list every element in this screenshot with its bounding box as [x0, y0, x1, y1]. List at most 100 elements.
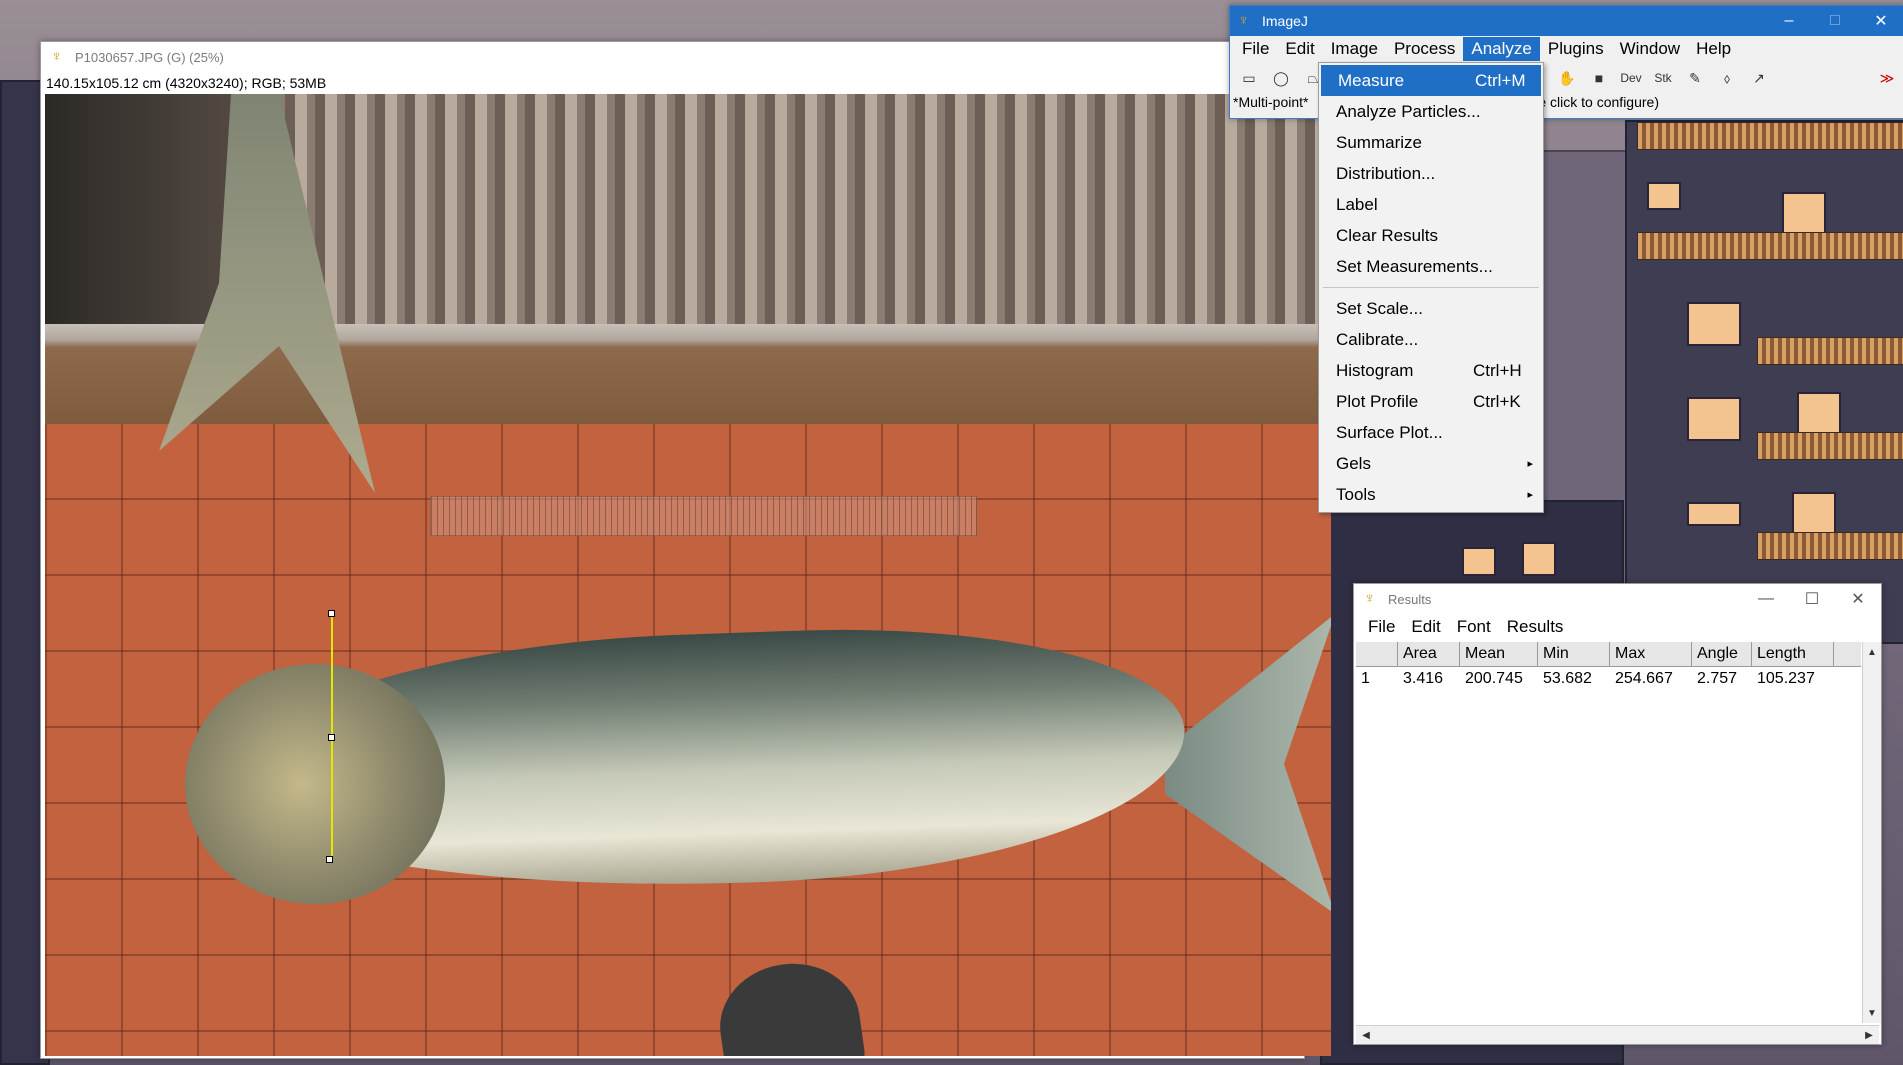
minimize-button[interactable]: —	[1743, 584, 1789, 614]
line-handle-top[interactable]	[328, 610, 335, 617]
line-handle-mid[interactable]	[328, 734, 335, 741]
vertical-scrollbar[interactable]: ▲ ▼	[1862, 642, 1881, 1023]
menu-help[interactable]: Help	[1688, 37, 1739, 61]
menu-analyze[interactable]: Analyze	[1463, 37, 1540, 61]
menu-process[interactable]: Process	[1386, 37, 1463, 61]
imagej-menubar: File Edit Image Process Analyze Plugins …	[1230, 36, 1903, 62]
results-table-header: Area Mean Min Max Angle Length	[1356, 642, 1861, 667]
scroll-right-icon[interactable]: ▶	[1861, 1027, 1877, 1043]
menu-item-label: Distribution...	[1336, 163, 1436, 183]
drop-tool-icon[interactable]: ⬨	[1712, 64, 1742, 92]
results-menu-results[interactable]: Results	[1499, 617, 1572, 637]
menu-window[interactable]: Window	[1612, 37, 1688, 61]
brush-tool-icon[interactable]: ✎	[1680, 64, 1710, 92]
balcony	[1637, 122, 1903, 150]
results-menu-font[interactable]: Font	[1449, 617, 1499, 637]
menu-item-label: Tools	[1336, 484, 1376, 504]
menu-file[interactable]: File	[1234, 37, 1277, 61]
cell-angle: 2.757	[1697, 670, 1738, 687]
menu-item-distribution[interactable]: Distribution...	[1319, 158, 1543, 189]
pick-tool-icon[interactable]: ↗	[1744, 64, 1774, 92]
menu-edit[interactable]: Edit	[1277, 37, 1322, 61]
maximize-button[interactable]: □	[1812, 6, 1858, 36]
column-header-index[interactable]	[1356, 642, 1398, 666]
column-header-max[interactable]: Max	[1610, 642, 1692, 666]
menu-item-shortcut: Ctrl+M	[1475, 70, 1526, 90]
menu-item-label: Set Scale...	[1336, 298, 1423, 318]
results-menu-edit[interactable]: Edit	[1403, 617, 1448, 637]
menu-item-label: Gels	[1336, 453, 1371, 473]
menu-item-tools[interactable]: Tools ▸	[1319, 479, 1543, 510]
table-row[interactable]: 1 3.416 200.745 53.682 254.667 2.757 105…	[1356, 667, 1861, 691]
balcony	[1637, 232, 1903, 260]
microscope-icon: ♆	[1364, 590, 1376, 607]
image-info-line: 140.15x105.12 cm (4320x3240); RGB; 53MB	[46, 75, 327, 91]
menu-item-gels[interactable]: Gels ▸	[1319, 448, 1543, 479]
more-tools-icon[interactable]: ≫	[1872, 64, 1902, 92]
lit-window	[1462, 547, 1496, 576]
oval-tool-icon[interactable]: ◯	[1266, 64, 1296, 92]
results-window[interactable]: ♆ Results — ☐ ✕ File Edit Font Results A…	[1353, 583, 1882, 1045]
lit-window	[1647, 182, 1681, 210]
line-handle-bottom[interactable]	[326, 856, 333, 863]
microscope-icon: ♆	[1238, 12, 1250, 29]
image-canvas[interactable]	[45, 94, 1331, 1056]
menu-item-label: Plot Profile	[1336, 391, 1419, 411]
results-menu-file[interactable]: File	[1360, 617, 1403, 637]
stk-tool-icon[interactable]: Stk	[1648, 64, 1678, 92]
hand-tool-icon[interactable]: ✋	[1552, 64, 1582, 92]
results-menubar: File Edit Font Results	[1354, 614, 1881, 640]
column-header-mean[interactable]: Mean	[1460, 642, 1538, 666]
lit-window	[1687, 397, 1741, 441]
imagej-title: ImageJ	[1262, 13, 1308, 29]
status-text-right: ble click to configure)	[1527, 94, 1659, 110]
lit-window	[1522, 542, 1556, 576]
menu-item-calibrate[interactable]: Calibrate...	[1319, 324, 1543, 355]
scroll-left-icon[interactable]: ◀	[1358, 1027, 1374, 1043]
menu-item-label[interactable]: Label	[1319, 189, 1543, 220]
imagej-titlebar[interactable]: ♆ ImageJ – □ ✕	[1230, 6, 1903, 36]
cell-max: 254.667	[1615, 670, 1673, 687]
minimize-button[interactable]: –	[1766, 6, 1812, 36]
lit-window	[1782, 192, 1826, 236]
horizontal-scrollbar[interactable]: ◀ ▶	[1356, 1025, 1879, 1044]
balcony	[1757, 337, 1903, 365]
rectangle-tool-icon[interactable]: ▭	[1234, 64, 1264, 92]
microscope-icon: ♆	[51, 48, 63, 65]
balcony	[1757, 432, 1903, 460]
balcony	[1757, 532, 1903, 560]
menu-plugins[interactable]: Plugins	[1540, 37, 1612, 61]
maximize-button[interactable]: ☐	[1789, 584, 1835, 614]
menu-image[interactable]: Image	[1323, 37, 1386, 61]
menu-item-clear-results[interactable]: Clear Results	[1319, 220, 1543, 251]
close-button[interactable]: ✕	[1858, 6, 1903, 36]
scroll-up-icon[interactable]: ▲	[1864, 644, 1880, 660]
dev-tool-icon[interactable]: Dev	[1616, 64, 1646, 92]
menu-item-label: Histogram	[1336, 360, 1414, 380]
menu-item-histogram[interactable]: Histogram Ctrl+H	[1319, 355, 1543, 386]
menu-item-plot-profile[interactable]: Plot Profile Ctrl+K	[1319, 386, 1543, 417]
image-window[interactable]: ♆ P1030657.JPG (G) (25%) — 140.15x105.12…	[40, 41, 1331, 1059]
results-titlebar[interactable]: ♆ Results — ☐ ✕	[1354, 584, 1881, 614]
menu-item-label: Surface Plot...	[1336, 422, 1443, 442]
menu-item-surface-plot[interactable]: Surface Plot...	[1319, 417, 1543, 448]
column-header-angle[interactable]: Angle	[1692, 642, 1752, 666]
menu-item-set-measurements[interactable]: Set Measurements...	[1319, 251, 1543, 282]
menu-item-measure[interactable]: Measure Ctrl+M	[1321, 65, 1541, 96]
column-header-area[interactable]: Area	[1398, 642, 1460, 666]
column-header-min[interactable]: Min	[1538, 642, 1610, 666]
cell-length: 105.237	[1757, 670, 1815, 687]
menu-item-label: Calibrate...	[1336, 329, 1419, 349]
scroll-down-icon[interactable]: ▼	[1864, 1005, 1880, 1021]
menu-item-summarize[interactable]: Summarize	[1319, 127, 1543, 158]
menu-item-analyze-particles[interactable]: Analyze Particles...	[1319, 96, 1543, 127]
column-header-length[interactable]: Length	[1752, 642, 1834, 666]
close-button[interactable]: ✕	[1835, 584, 1881, 614]
color-picker-icon[interactable]: ■	[1584, 64, 1614, 92]
menu-item-set-scale[interactable]: Set Scale...	[1319, 293, 1543, 324]
results-title: Results	[1388, 591, 1432, 607]
menu-item-label: Analyze Particles...	[1336, 101, 1481, 121]
results-table[interactable]: Area Mean Min Max Angle Length 1 3.416 2…	[1356, 642, 1861, 1023]
image-window-titlebar[interactable]: ♆ P1030657.JPG (G) (25%) —	[41, 42, 1304, 72]
menu-item-label: Summarize	[1336, 132, 1422, 152]
